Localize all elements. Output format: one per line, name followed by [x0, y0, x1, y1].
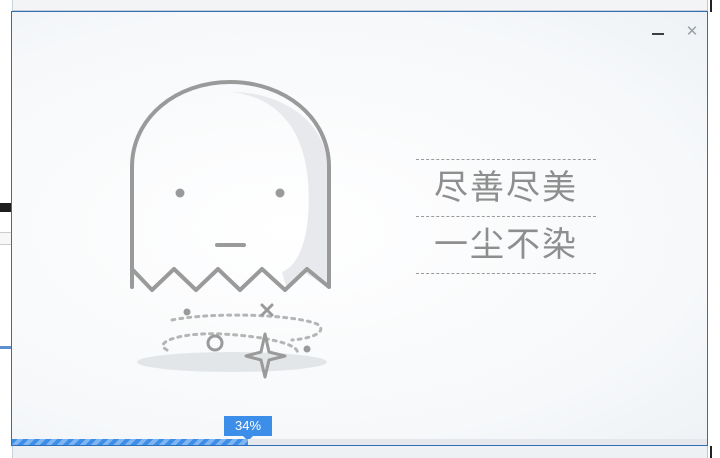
background-window-fragment — [710, 446, 712, 458]
background-window-fragment — [0, 155, 10, 173]
progress-bar-fill — [12, 439, 248, 445]
ghost-icon — [130, 80, 331, 379]
minimize-button[interactable] — [649, 22, 667, 40]
close-icon: ✕ — [685, 22, 699, 40]
background-window-top — [12, 0, 708, 11]
progress-percent-badge: 34% — [224, 416, 272, 441]
minimize-icon — [652, 33, 664, 35]
background-window-right — [707, 0, 720, 458]
progress-bar — [12, 439, 707, 445]
splash-window: ✕ 尽善尽美 一尘不染 34% — [11, 11, 708, 446]
close-button[interactable]: ✕ — [683, 22, 701, 40]
background-window-fragment — [710, 0, 712, 12]
slogan: 尽善尽美 一尘不染 — [416, 159, 596, 274]
slogan-divider — [416, 273, 596, 274]
slogan-line-1: 尽善尽美 — [434, 168, 578, 208]
slogan-line-2: 一尘不染 — [434, 225, 578, 265]
